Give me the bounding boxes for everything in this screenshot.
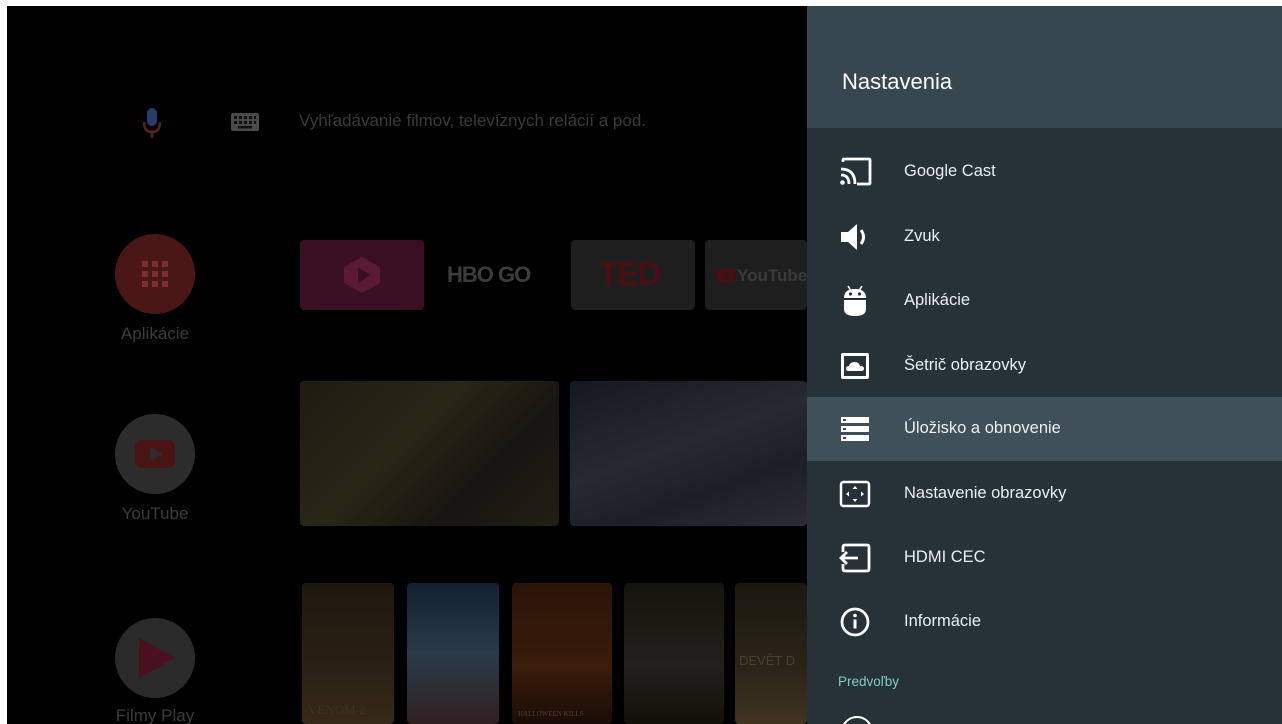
poster-title: HALLOWEEN KILLS xyxy=(518,710,584,718)
apps-button[interactable] xyxy=(115,234,195,314)
settings-item-label: Úložisko a obnovenie xyxy=(904,419,1061,437)
youtube-icon xyxy=(135,440,175,468)
cast-icon xyxy=(840,157,872,186)
channel-tile-hbogo[interactable]: HBO GO xyxy=(439,240,563,310)
search-input[interactable]: Vyhľadávanie filmov, televíznych relácií… xyxy=(299,111,646,131)
settings-item-label: Google Cast xyxy=(904,162,996,180)
settings-item-label: Šetrič obrazovky xyxy=(904,356,1026,374)
play-icon xyxy=(344,257,380,293)
settings-header: Nastavenia xyxy=(807,6,1282,128)
settings-item-screensaver[interactable]: Šetrič obrazovky xyxy=(807,334,1282,398)
partial-icon xyxy=(841,716,873,724)
hdmi-input-icon xyxy=(839,543,871,573)
movie-poster[interactable] xyxy=(624,583,724,724)
play-movies-app-button[interactable] xyxy=(115,618,195,698)
home-launcher: Vyhľadávanie filmov, televíznych relácií… xyxy=(7,6,807,724)
speaker-icon xyxy=(841,224,865,250)
settings-item-info[interactable]: Informácie xyxy=(807,590,1282,654)
settings-item-label: HDMI CEC xyxy=(904,548,986,566)
storage-icon xyxy=(841,417,869,441)
featured-thumbnail[interactable] xyxy=(570,381,807,526)
tile-label: YouTube xyxy=(737,266,807,285)
settings-panel: Nastavenia Google Cast Zvuk Aplikácie Še… xyxy=(807,6,1282,724)
app-label: Filmy Play xyxy=(115,706,195,724)
movie-poster[interactable] xyxy=(407,583,499,724)
screensaver-icon xyxy=(841,353,869,379)
tile-label: HBO GO xyxy=(447,262,531,287)
page-title: Nastavenia xyxy=(842,69,953,94)
settings-item-label: Zvuk xyxy=(904,227,940,245)
settings-item-label: Nastavenie obrazovky xyxy=(904,484,1067,502)
info-icon xyxy=(840,607,870,637)
youtube-icon xyxy=(717,269,735,282)
settings-item-google-cast[interactable]: Google Cast xyxy=(807,140,1282,204)
channel-tile-ted[interactable]: TED xyxy=(571,240,695,310)
settings-item-hdmi-cec[interactable]: HDMI CEC xyxy=(807,526,1282,590)
featured-thumbnail[interactable] xyxy=(300,381,559,526)
play-movies-icon xyxy=(139,638,175,678)
movie-poster[interactable]: HALLOWEEN KILLS xyxy=(512,583,612,724)
display-icon xyxy=(839,480,871,508)
settings-item-apps[interactable]: Aplikácie xyxy=(807,269,1282,333)
movie-poster[interactable]: VENOM 2 xyxy=(302,583,394,724)
keyboard-icon[interactable] xyxy=(231,111,259,133)
settings-item-sound[interactable]: Zvuk xyxy=(807,205,1282,269)
app-label: YouTube xyxy=(121,504,189,523)
settings-item-label: Aplikácie xyxy=(904,291,971,309)
app-label: Aplikácie xyxy=(120,324,190,343)
settings-item-storage-reset[interactable]: Úložisko a obnovenie xyxy=(807,397,1282,461)
section-header-preferences: Predvoľby xyxy=(838,674,899,689)
poster-title: VENOM 2 xyxy=(308,702,366,717)
tile-label: TED xyxy=(599,256,661,292)
grid-icon xyxy=(142,261,168,287)
settings-item-label: Informácie xyxy=(904,612,982,630)
channel-tile-video[interactable] xyxy=(300,240,424,310)
channel-tile-youtube[interactable]: YouTube xyxy=(705,240,807,310)
poster-title: DEVĚT D xyxy=(739,653,796,668)
tv-screen: Vyhľadávanie filmov, televíznych relácií… xyxy=(7,6,1282,724)
microphone-icon[interactable] xyxy=(142,108,162,140)
movie-poster[interactable]: DEVĚT D xyxy=(735,583,807,724)
youtube-app-button[interactable] xyxy=(115,414,195,494)
android-icon xyxy=(844,285,866,316)
settings-item-display[interactable]: Nastavenie obrazovky xyxy=(807,462,1282,526)
